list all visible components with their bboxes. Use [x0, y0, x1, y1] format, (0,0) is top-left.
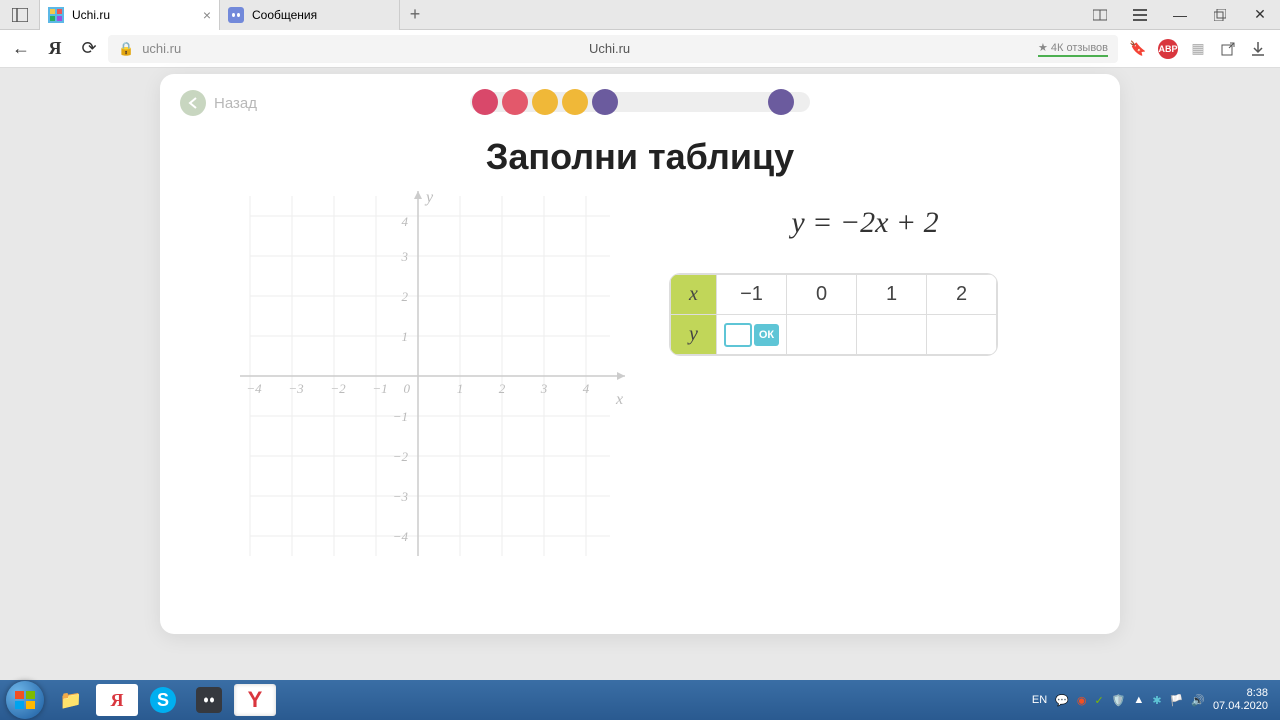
- svg-text:1: 1: [402, 329, 409, 344]
- y-cell-empty[interactable]: [857, 315, 927, 355]
- minimize-button[interactable]: —: [1160, 0, 1200, 30]
- svg-text:0: 0: [404, 381, 411, 396]
- svg-text:y: y: [424, 189, 434, 206]
- x-header: x: [671, 275, 717, 315]
- start-button[interactable]: [4, 684, 46, 716]
- x-value: −1: [717, 275, 787, 315]
- discord-favicon-icon: [228, 7, 244, 23]
- coordinate-grid: 1 2 3 4 −1 −2 −3 −4 −4 −3 −2 −1 0 1 2: [230, 186, 630, 566]
- maximize-button[interactable]: [1200, 0, 1240, 30]
- yandex-icon[interactable]: Я: [40, 34, 70, 64]
- svg-text:4: 4: [402, 214, 409, 229]
- svg-text:x: x: [615, 391, 623, 408]
- svg-text:−2: −2: [330, 381, 346, 396]
- popup-icon[interactable]: [1218, 39, 1238, 59]
- page-title-center: Uchi.ru: [189, 41, 1030, 56]
- skype-icon[interactable]: S: [142, 684, 184, 716]
- svg-text:3: 3: [540, 381, 548, 396]
- svg-text:4: 4: [583, 381, 590, 396]
- x-value: 2: [927, 275, 997, 315]
- svg-text:−4: −4: [246, 381, 262, 396]
- tray-icon[interactable]: 🏳️: [1170, 694, 1184, 707]
- x-value: 1: [857, 275, 927, 315]
- progress-dot: [532, 89, 558, 115]
- svg-text:3: 3: [401, 249, 409, 264]
- panel-toggle-icon[interactable]: [0, 0, 40, 30]
- y-header: y: [671, 315, 717, 355]
- lang-indicator[interactable]: EN: [1032, 694, 1047, 706]
- reload-button[interactable]: ⟳: [74, 34, 104, 64]
- y-cell-empty[interactable]: [787, 315, 857, 355]
- url-text: uchi.ru: [142, 41, 181, 56]
- progress-bar: [180, 92, 1100, 112]
- browser-titlebar: Uchi.ru × Сообщения + — ✕: [0, 0, 1280, 30]
- progress-dot-end: [768, 89, 794, 115]
- lock-icon: 🔒: [118, 41, 134, 57]
- tray-icon[interactable]: ◉: [1077, 694, 1087, 707]
- tab-title: Uchi.ru: [72, 8, 110, 22]
- reviews-badge: ★ 4К отзывов: [1038, 41, 1108, 57]
- uchi-favicon-icon: [48, 7, 64, 23]
- svg-text:−2: −2: [393, 449, 409, 464]
- tab-messages[interactable]: Сообщения: [220, 0, 400, 30]
- progress-dot-current: [592, 89, 618, 115]
- tab-uchi[interactable]: Uchi.ru ×: [40, 0, 220, 30]
- equation: y = −2x + 2: [670, 206, 1060, 240]
- svg-text:−3: −3: [393, 489, 409, 504]
- progress-dot: [562, 89, 588, 115]
- bookmark-icon[interactable]: 🔖: [1128, 39, 1148, 59]
- address-bar: ← Я ⟳ 🔒 uchi.ru Uchi.ru ★ 4К отзывов 🔖 A…: [0, 30, 1280, 68]
- x-value: 0: [787, 275, 857, 315]
- new-tab-button[interactable]: +: [400, 4, 430, 25]
- volume-icon[interactable]: 🔊: [1191, 694, 1205, 707]
- close-window-button[interactable]: ✕: [1240, 0, 1280, 30]
- xy-table: x −1 0 1 2 y ОК: [670, 274, 997, 355]
- tray-icon[interactable]: 💬: [1055, 694, 1069, 707]
- svg-text:−1: −1: [372, 381, 387, 396]
- tray-icon[interactable]: 🛡️: [1112, 694, 1126, 707]
- lesson-card: Назад Заполни таблицу: [160, 74, 1120, 634]
- clock[interactable]: 8:38 07.04.2020: [1213, 687, 1268, 713]
- adblock-icon[interactable]: ABP: [1158, 39, 1178, 59]
- svg-text:−1: −1: [393, 409, 408, 424]
- reader-icon[interactable]: [1080, 0, 1120, 30]
- y-input[interactable]: [724, 323, 752, 347]
- y-cell-empty[interactable]: [927, 315, 997, 355]
- system-tray: EN 💬 ◉ ✓ 🛡️ ▲ ✱ 🏳️ 🔊 8:38 07.04.2020: [1032, 687, 1276, 713]
- progress-dot: [472, 89, 498, 115]
- tray-icon[interactable]: ✱: [1152, 694, 1161, 707]
- discord-taskbar-icon[interactable]: [188, 684, 230, 716]
- back-nav-button[interactable]: ←: [6, 34, 36, 64]
- svg-text:2: 2: [499, 381, 506, 396]
- yandex-taskbar-icon[interactable]: Я: [96, 684, 138, 716]
- page-viewport: Назад Заполни таблицу: [0, 68, 1280, 680]
- close-icon[interactable]: ×: [203, 7, 211, 23]
- extension-icon[interactable]: ▦: [1188, 39, 1208, 59]
- tray-icon[interactable]: ▲: [1133, 694, 1144, 706]
- lesson-title: Заполни таблицу: [180, 136, 1100, 178]
- windows-taskbar: 📁 Я S Y EN 💬 ◉ ✓ 🛡️ ▲ ✱ 🏳️ 🔊 8:38 07.04.…: [0, 680, 1280, 720]
- tab-title: Сообщения: [252, 8, 317, 22]
- tray-icon[interactable]: ✓: [1095, 694, 1104, 707]
- window-controls: — ✕: [1080, 0, 1280, 30]
- ok-button[interactable]: ОК: [754, 324, 779, 346]
- download-icon[interactable]: [1248, 39, 1268, 59]
- svg-text:2: 2: [402, 289, 409, 304]
- explorer-icon[interactable]: 📁: [50, 684, 92, 716]
- progress-dot: [502, 89, 528, 115]
- menu-icon[interactable]: [1120, 0, 1160, 30]
- browser-taskbar-icon[interactable]: Y: [234, 684, 276, 716]
- svg-text:1: 1: [457, 381, 464, 396]
- address-input[interactable]: 🔒 uchi.ru Uchi.ru ★ 4К отзывов: [108, 35, 1118, 63]
- svg-text:−4: −4: [393, 529, 409, 544]
- svg-text:−3: −3: [288, 381, 304, 396]
- y-input-cell: ОК: [717, 315, 787, 355]
